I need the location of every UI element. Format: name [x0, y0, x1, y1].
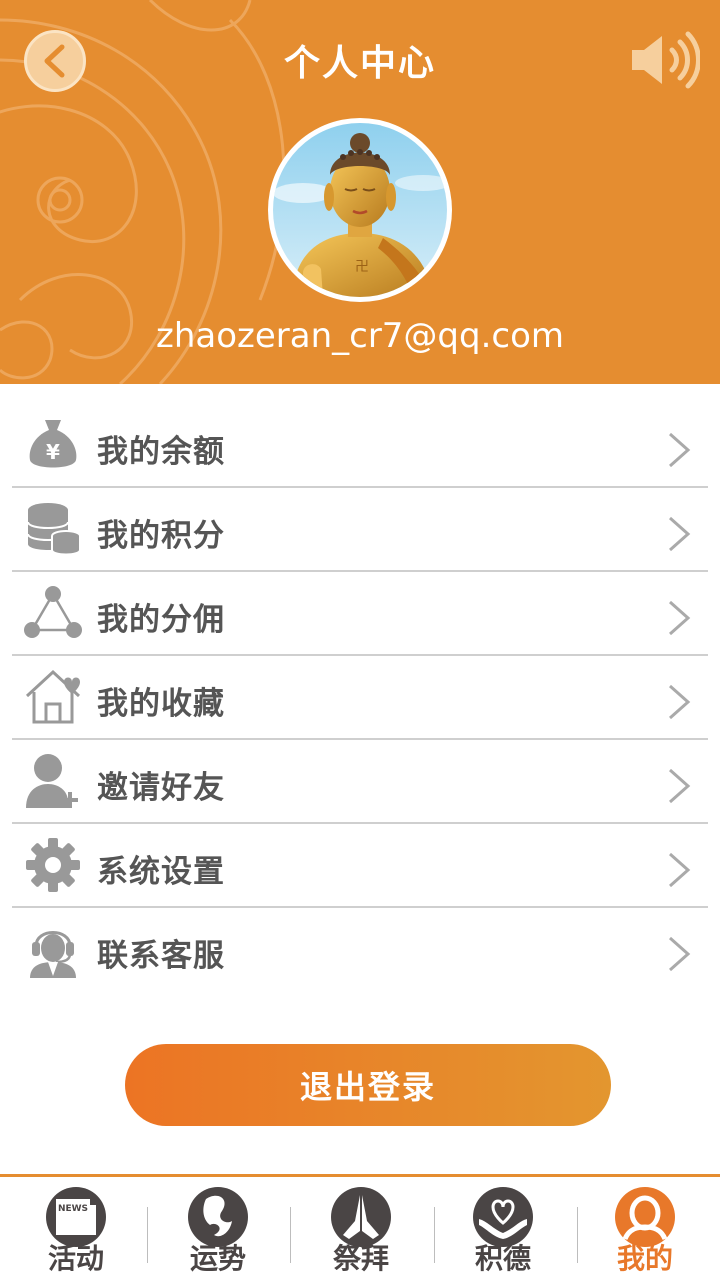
menu-label-points: 我的积分 — [97, 518, 225, 554]
menu-item-settings[interactable]: 系统设置 — [12, 824, 708, 908]
chevron-right-icon — [669, 852, 691, 888]
logout-button[interactable]: 退出登录 — [125, 1044, 611, 1126]
bottom-tab-bar: NEWS 活动 运势 祭拜 积德 我的 — [0, 1174, 720, 1280]
avatar[interactable]: 卍 — [268, 118, 452, 302]
tab-activity[interactable]: NEWS 活动 — [16, 1185, 136, 1280]
menu-item-commission[interactable]: 我的分佣 — [12, 572, 708, 656]
tab-label-profile: 我的 — [616, 1242, 673, 1275]
tab-divider — [434, 1207, 435, 1263]
menu-label-balance: 我的余额 — [97, 434, 225, 470]
menu-label-commission: 我的分佣 — [97, 602, 225, 638]
add-user-icon — [26, 754, 78, 808]
chevron-right-icon — [669, 432, 691, 468]
speaker-icon — [632, 31, 701, 89]
menu-label-favorites: 我的收藏 — [97, 686, 225, 722]
tab-divider — [290, 1207, 291, 1263]
share-nodes-icon — [24, 586, 82, 638]
menu-label-invite: 邀请好友 — [97, 770, 225, 806]
profile-header: 个人中心 卍 zhaozeran_cr7@qq.com — [0, 0, 720, 384]
chevron-right-icon — [669, 768, 691, 804]
tab-merit[interactable]: 积德 — [443, 1185, 563, 1280]
tab-divider — [147, 1207, 148, 1263]
gear-icon — [26, 838, 80, 892]
tab-label-worship: 祭拜 — [332, 1242, 389, 1275]
svg-text:NEWS: NEWS — [58, 1204, 88, 1214]
menu-item-invite[interactable]: 邀请好友 — [12, 740, 708, 824]
customer-service-icon — [30, 931, 76, 978]
buddha-avatar-image: 卍 — [273, 123, 447, 297]
tab-worship[interactable]: 祭拜 — [301, 1185, 421, 1280]
svg-text:卍: 卍 — [355, 259, 369, 275]
tab-label-activity: 活动 — [47, 1242, 104, 1275]
chevron-right-icon — [669, 600, 691, 636]
menu-item-favorites[interactable]: 我的收藏 — [12, 656, 708, 740]
tab-divider — [577, 1207, 578, 1263]
sound-button[interactable] — [628, 30, 701, 90]
menu-label-settings: 系统设置 — [97, 854, 225, 890]
chevron-right-icon — [669, 684, 691, 720]
tab-profile[interactable]: 我的 — [585, 1185, 705, 1280]
tab-label-merit: 积德 — [474, 1242, 531, 1275]
user-email: zhaozeran_cr7@qq.com — [155, 316, 565, 356]
tab-label-fortune: 运势 — [189, 1242, 246, 1275]
page-title: 个人中心 — [283, 43, 436, 84]
chevron-right-icon — [669, 936, 691, 972]
house-heart-icon — [25, 669, 81, 724]
svg-text:¥: ¥ — [46, 440, 60, 464]
profile-menu: ¥ 我的余额 我的积分 我的分佣 我的收藏 邀请好友 系统设置 联系客服 — [12, 404, 708, 992]
chevron-right-icon — [669, 516, 691, 552]
menu-item-points[interactable]: 我的积分 — [12, 488, 708, 572]
coin-stack-icon — [27, 503, 81, 556]
tab-fortune[interactable]: 运势 — [158, 1185, 278, 1280]
menu-item-customer-service[interactable]: 联系客服 — [12, 908, 708, 992]
menu-item-balance[interactable]: ¥ 我的余额 — [12, 404, 708, 488]
menu-label-customer-service: 联系客服 — [97, 938, 225, 974]
money-bag-icon: ¥ — [29, 420, 77, 468]
